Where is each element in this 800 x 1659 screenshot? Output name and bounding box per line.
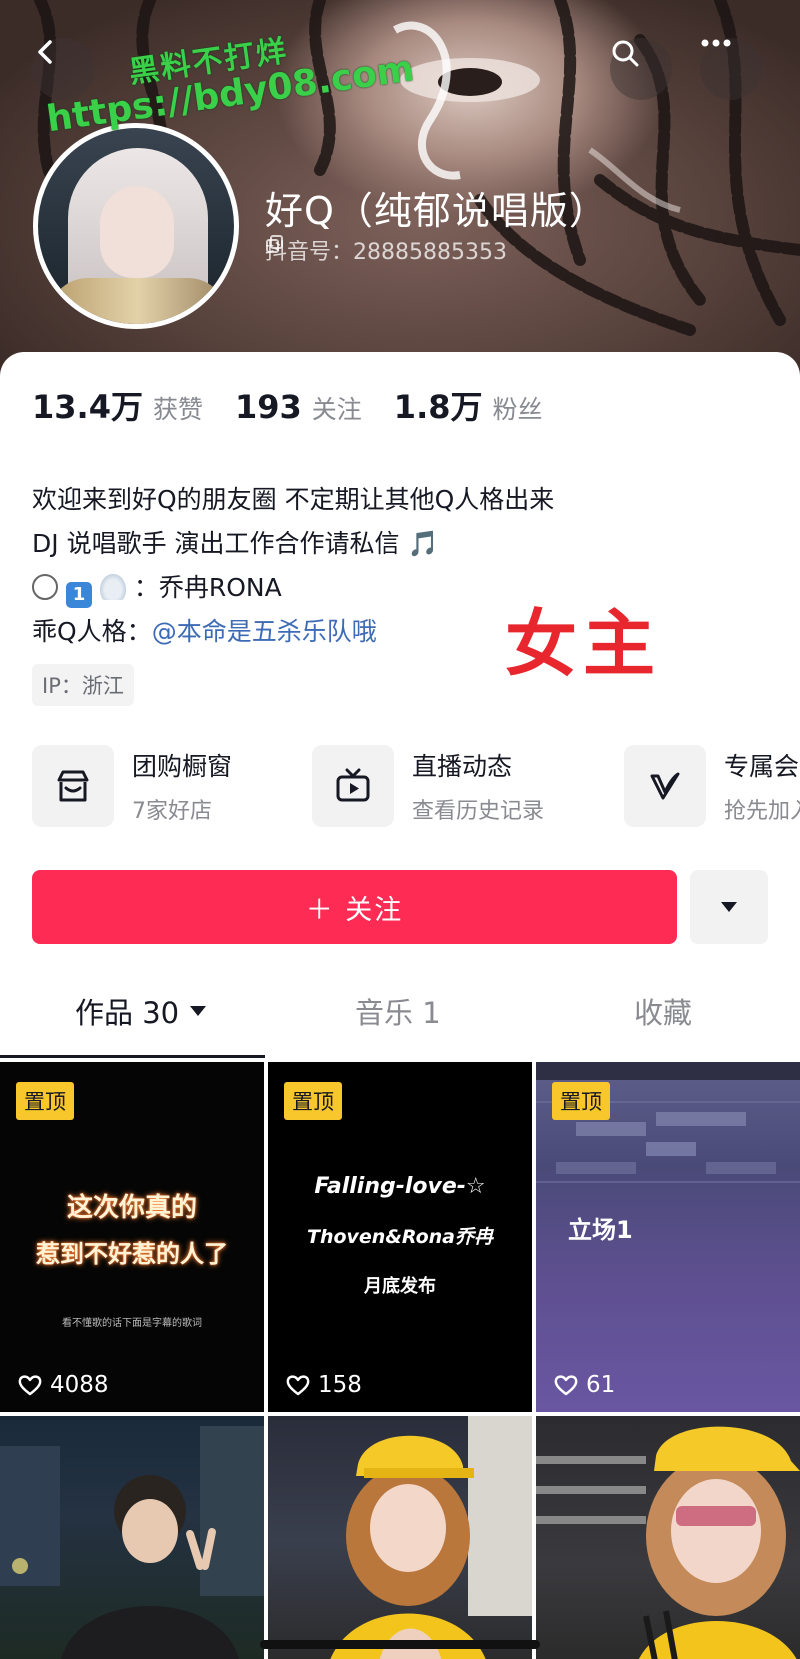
ellipsis-icon: [701, 39, 731, 47]
tab-label: 作品 30: [75, 996, 180, 1030]
video-thumbnail-person: [0, 1426, 264, 1659]
stat-likes[interactable]: 13.4万 获赞: [32, 382, 203, 428]
search-icon: [612, 40, 639, 67]
shortcut-subtitle: 抢先加入: [724, 799, 800, 824]
bio-line-text: ：乔冉RONA: [133, 573, 282, 602]
video-tile[interactable]: 置顶 这次你真的 惹到不好惹的人了 看不懂歌的话下面是字幕的歌词 4088: [0, 1062, 264, 1412]
tv-icon: [312, 745, 394, 827]
like-count-value: 158: [318, 1372, 362, 1398]
video-caption: 立场1: [568, 1216, 633, 1244]
shortcut-vip[interactable]: 专属会 抢先加入: [624, 745, 800, 827]
video-caption: 惹到不好惹的人了: [36, 1240, 228, 1268]
video-caption: Thoven&Rona乔冉: [307, 1226, 493, 1248]
video-tile[interactable]: 置顶 立场1 61: [536, 1062, 800, 1412]
bio-line: 欢迎来到好Q的朋友圈 不定期让其他Q人格出来: [32, 485, 555, 514]
like-count-value: 4088: [50, 1372, 109, 1398]
profile-bio: 欢迎来到好Q的朋友圈 不定期让其他Q人格出来 DJ 说唱歌手 演出工作合作请私信…: [32, 478, 554, 654]
stat-label: 获赞: [152, 395, 203, 424]
video-tile[interactable]: [536, 1416, 800, 1659]
active-tab-indicator: [0, 1055, 265, 1058]
video-caption: 这次你真的: [66, 1193, 197, 1223]
copy-icon[interactable]: [265, 234, 285, 254]
tab-label: 音乐 1: [355, 996, 441, 1030]
like-count: 4088: [18, 1372, 109, 1398]
video-tile[interactable]: [268, 1416, 532, 1659]
video-caption: Falling-love-☆: [314, 1174, 486, 1199]
shortcut-group-buy[interactable]: 团购橱窗 7家好店: [32, 745, 232, 827]
search-button[interactable]: [610, 38, 672, 100]
stat-value: 13.4万: [32, 388, 143, 426]
ip-location-tag: IP：浙江: [32, 664, 134, 706]
cloud-icon: [99, 574, 126, 600]
keycap-one-icon: 1: [65, 582, 92, 608]
avatar[interactable]: [33, 123, 239, 329]
video-caption: 看不懂歌的话下面是字幕的歌词: [62, 1318, 202, 1329]
bio-mention-prefix: 乖Q人格：: [32, 617, 152, 646]
video-tile[interactable]: 置顶 Falling-love-☆ Thoven&Rona乔冉 月底发布 158: [268, 1062, 532, 1412]
profile-banner: 黑料不打烊 https://bdy08.com 好Q（纯郁说唱版） 抖音号：28…: [0, 0, 800, 400]
like-count: 158: [286, 1372, 362, 1398]
overlay-annotation: 女主: [505, 602, 662, 686]
caret-down-icon: [190, 1006, 207, 1016]
bio-line-mention: 乖Q人格：@本命是五杀乐队哦: [32, 610, 554, 654]
shortcut-title: 专属会: [724, 752, 800, 781]
store-icon: [32, 745, 114, 827]
douyin-id[interactable]: 抖音号：28885885353: [265, 234, 507, 266]
profile-stats: 13.4万 获赞 193 关注 1.8万 粉丝: [32, 382, 575, 428]
bio-line-emoji: 1 ：乔冉RONA: [32, 566, 554, 610]
stat-value: 193: [234, 388, 302, 426]
heart-outline-icon: [18, 1375, 42, 1396]
pinned-badge: 置顶: [552, 1082, 610, 1120]
spiderweb-icon: [32, 574, 58, 600]
shortcut-live[interactable]: 直播动态 查看历史记录: [312, 745, 544, 827]
follow-button[interactable]: ＋ 关注: [32, 870, 677, 944]
profile-nickname: 好Q（纯郁说唱版）: [265, 189, 608, 233]
vip-v-icon: [624, 745, 706, 827]
pinned-badge: 置顶: [16, 1082, 74, 1120]
video-thumbnail-person: [536, 1426, 800, 1659]
bio-line: DJ 说唱歌手 演出工作合作请私信 🎵: [32, 529, 439, 558]
shortcut-row: 团购橱窗 7家好店 直播动态 查看历史记录 专属会 抢先加入: [32, 745, 800, 829]
stat-label: 关注: [311, 395, 362, 424]
douyin-id-text: 抖音号：28885885353: [265, 240, 507, 265]
tab-music[interactable]: 音乐 1: [355, 990, 441, 1032]
tab-label: 收藏: [634, 996, 693, 1030]
like-count-value: 61: [586, 1372, 616, 1398]
stat-followers[interactable]: 1.8万 粉丝: [394, 382, 543, 428]
mention-link[interactable]: @本命是五杀乐队哦: [152, 617, 377, 646]
video-caption: 月底发布: [364, 1276, 436, 1297]
content-tabs: 作品 30 音乐 1 收藏: [0, 990, 800, 1058]
recommend-dropdown-button[interactable]: [690, 870, 768, 944]
tab-favorites[interactable]: 收藏: [634, 990, 692, 1032]
shortcut-subtitle: 7家好店: [132, 799, 212, 824]
like-count: 61: [554, 1372, 615, 1398]
stat-value: 1.8万: [393, 388, 483, 426]
stat-following[interactable]: 193 关注: [235, 388, 362, 426]
shortcut-subtitle: 查看历史记录: [412, 799, 545, 824]
chevron-left-icon: [38, 40, 52, 64]
video-tile[interactable]: [0, 1416, 264, 1659]
home-indicator: [260, 1640, 540, 1649]
heart-outline-icon: [554, 1375, 578, 1396]
caret-down-icon: [721, 902, 737, 912]
shortcut-title: 直播动态: [412, 752, 513, 781]
shortcut-title: 团购橱窗: [132, 752, 233, 781]
more-options-button[interactable]: [700, 38, 762, 100]
video-thumbnail-person: [330, 1416, 532, 1659]
pinned-badge: 置顶: [284, 1082, 342, 1120]
tab-works[interactable]: 作品 30: [75, 990, 207, 1032]
stat-label: 粉丝: [492, 395, 543, 424]
heart-outline-icon: [286, 1375, 310, 1396]
